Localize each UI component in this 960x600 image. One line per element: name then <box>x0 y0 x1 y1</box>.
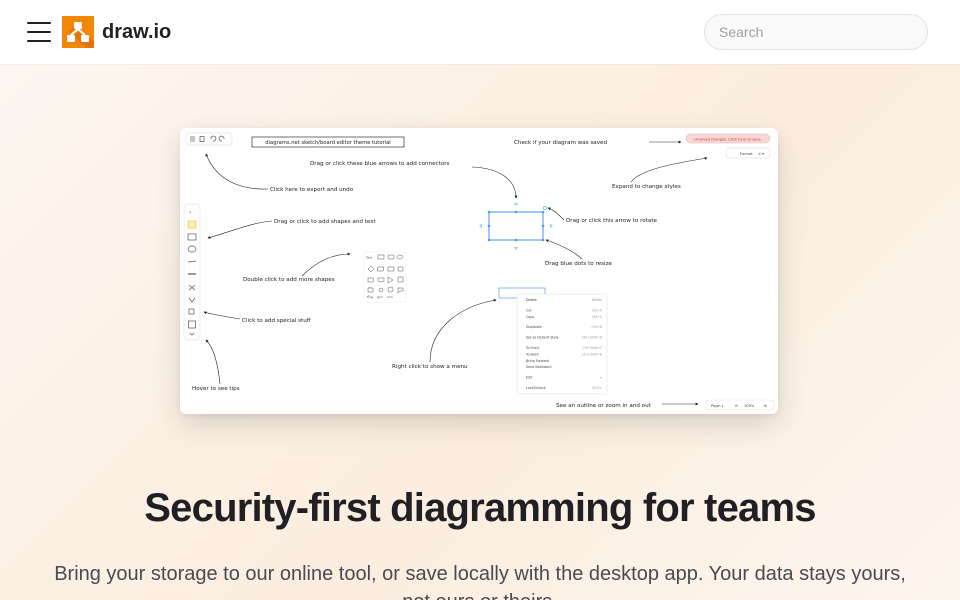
annotation-menu: Right click to show a menu <box>392 364 468 370</box>
note-icon[interactable] <box>187 220 197 229</box>
context-menu-item-label: To Back <box>525 352 539 356</box>
unsaved-badge-text: Unsaved changes. Click here to save. <box>694 137 761 141</box>
annotation-outline: See an outline or zoom in and out <box>556 403 652 409</box>
connector-arrow-left[interactable] <box>479 223 482 229</box>
resize-handle[interactable] <box>487 210 491 214</box>
resize-handle[interactable] <box>487 238 491 242</box>
zoom-in-icon[interactable]: ⊕ <box>764 404 767 408</box>
context-menu-item-shortcut: Ctrl+D <box>592 325 603 329</box>
context-menu-item-label: Copy <box>526 315 534 319</box>
context-menu-item[interactable]: Send Backward <box>526 365 551 369</box>
context-menu-item-shortcut: Delete <box>592 298 602 302</box>
resize-handle[interactable] <box>541 224 545 228</box>
logo-text: draw.io <box>102 20 172 43</box>
annotation-rotate: Drag or click this arrow to rotate <box>566 218 658 224</box>
context-menu-item-label: Set as Default Style <box>526 336 559 340</box>
connector-arrow-up[interactable] <box>513 202 519 205</box>
context-menu-item-label: Edit <box>526 376 533 380</box>
annotation-more-shapes: Double click to add more shapes <box>243 277 335 283</box>
drawio-logo-icon <box>62 16 94 48</box>
editor-tutorial-screenshot: diagrams.net sketch/board editor theme t… <box>180 128 778 414</box>
format-label: Format <box>740 152 753 156</box>
resize-handle[interactable] <box>514 238 518 242</box>
zoom-out-icon[interactable]: ⊖ <box>735 404 738 408</box>
hero-subtext: Bring your storage to our online tool, o… <box>54 563 906 600</box>
top-header: draw.io <box>0 0 960 64</box>
context-menu-item-label: To Front <box>525 346 540 350</box>
context-menu-item-shortcut: Ctrl+Shift+F <box>582 346 602 350</box>
annotation-resize: Drag blue dots to resize <box>545 261 613 267</box>
resize-handle[interactable] <box>487 224 491 228</box>
annotation-saved: Check if your diagram was saved <box>514 140 607 146</box>
resize-handle[interactable] <box>514 210 518 214</box>
context-menu-item-label: Duplicate <box>526 325 542 329</box>
connector-arrow-right[interactable] <box>550 223 553 229</box>
context-menu-item-shortcut: Ctrl+L <box>592 386 602 390</box>
context-menu-item-label: Lock/Unlock <box>526 386 546 390</box>
context-menu-item-shortcut: Ctrl+C <box>592 315 602 319</box>
resize-handle[interactable] <box>541 210 545 214</box>
editor-illustration: diagrams.net sketch/board editor theme t… <box>183 132 775 411</box>
connector-arrow-down[interactable] <box>513 247 519 250</box>
context-menu-item-label: Bring Forward <box>526 359 549 363</box>
context-menu-item-label: Send Backward <box>526 365 551 369</box>
context-menu-item-label: Cut <box>526 308 532 312</box>
context-menu-item-shortcut: Ctrl+Shift+D <box>582 336 603 340</box>
context-menu-item-shortcut: Ctrl+X <box>592 308 603 312</box>
annotation-export-undo: Click here to export and undo <box>270 187 354 193</box>
title-box-text: diagrams.net sketch/board editor theme t… <box>265 140 390 146</box>
context-menu-item-shortcut: Ctrl+Shift+B <box>582 352 602 356</box>
zoom-level[interactable]: 100% <box>744 404 755 408</box>
annotation-arrows: Drag or click these blue arrows to add c… <box>310 161 450 167</box>
hamburger-menu-icon[interactable] <box>27 22 51 42</box>
palette-text-label: Text <box>365 256 373 260</box>
format-close-icon[interactable]: × ▾ <box>758 152 764 156</box>
annotation-special: Click to add special stuff <box>242 318 311 324</box>
annotation-shapes-text: Drag or click to add shapes and text <box>274 219 377 225</box>
context-menu-item[interactable]: Bring Forward <box>526 359 549 363</box>
selected-rectangle[interactable] <box>488 211 544 241</box>
page-selector[interactable]: Page-1 <box>711 404 723 408</box>
rotate-handle[interactable] <box>543 206 547 210</box>
context-menu-item-label: Delete <box>526 298 537 302</box>
resize-handle[interactable] <box>541 238 545 242</box>
annotation-tips: Hover to see tips <box>192 386 240 392</box>
search-input[interactable] <box>704 14 928 50</box>
hero-headline: Security-first diagramming for teams <box>144 486 816 530</box>
site-logo[interactable]: draw.io <box>62 16 171 48</box>
annotation-styles: Expand to change styles <box>612 184 681 190</box>
